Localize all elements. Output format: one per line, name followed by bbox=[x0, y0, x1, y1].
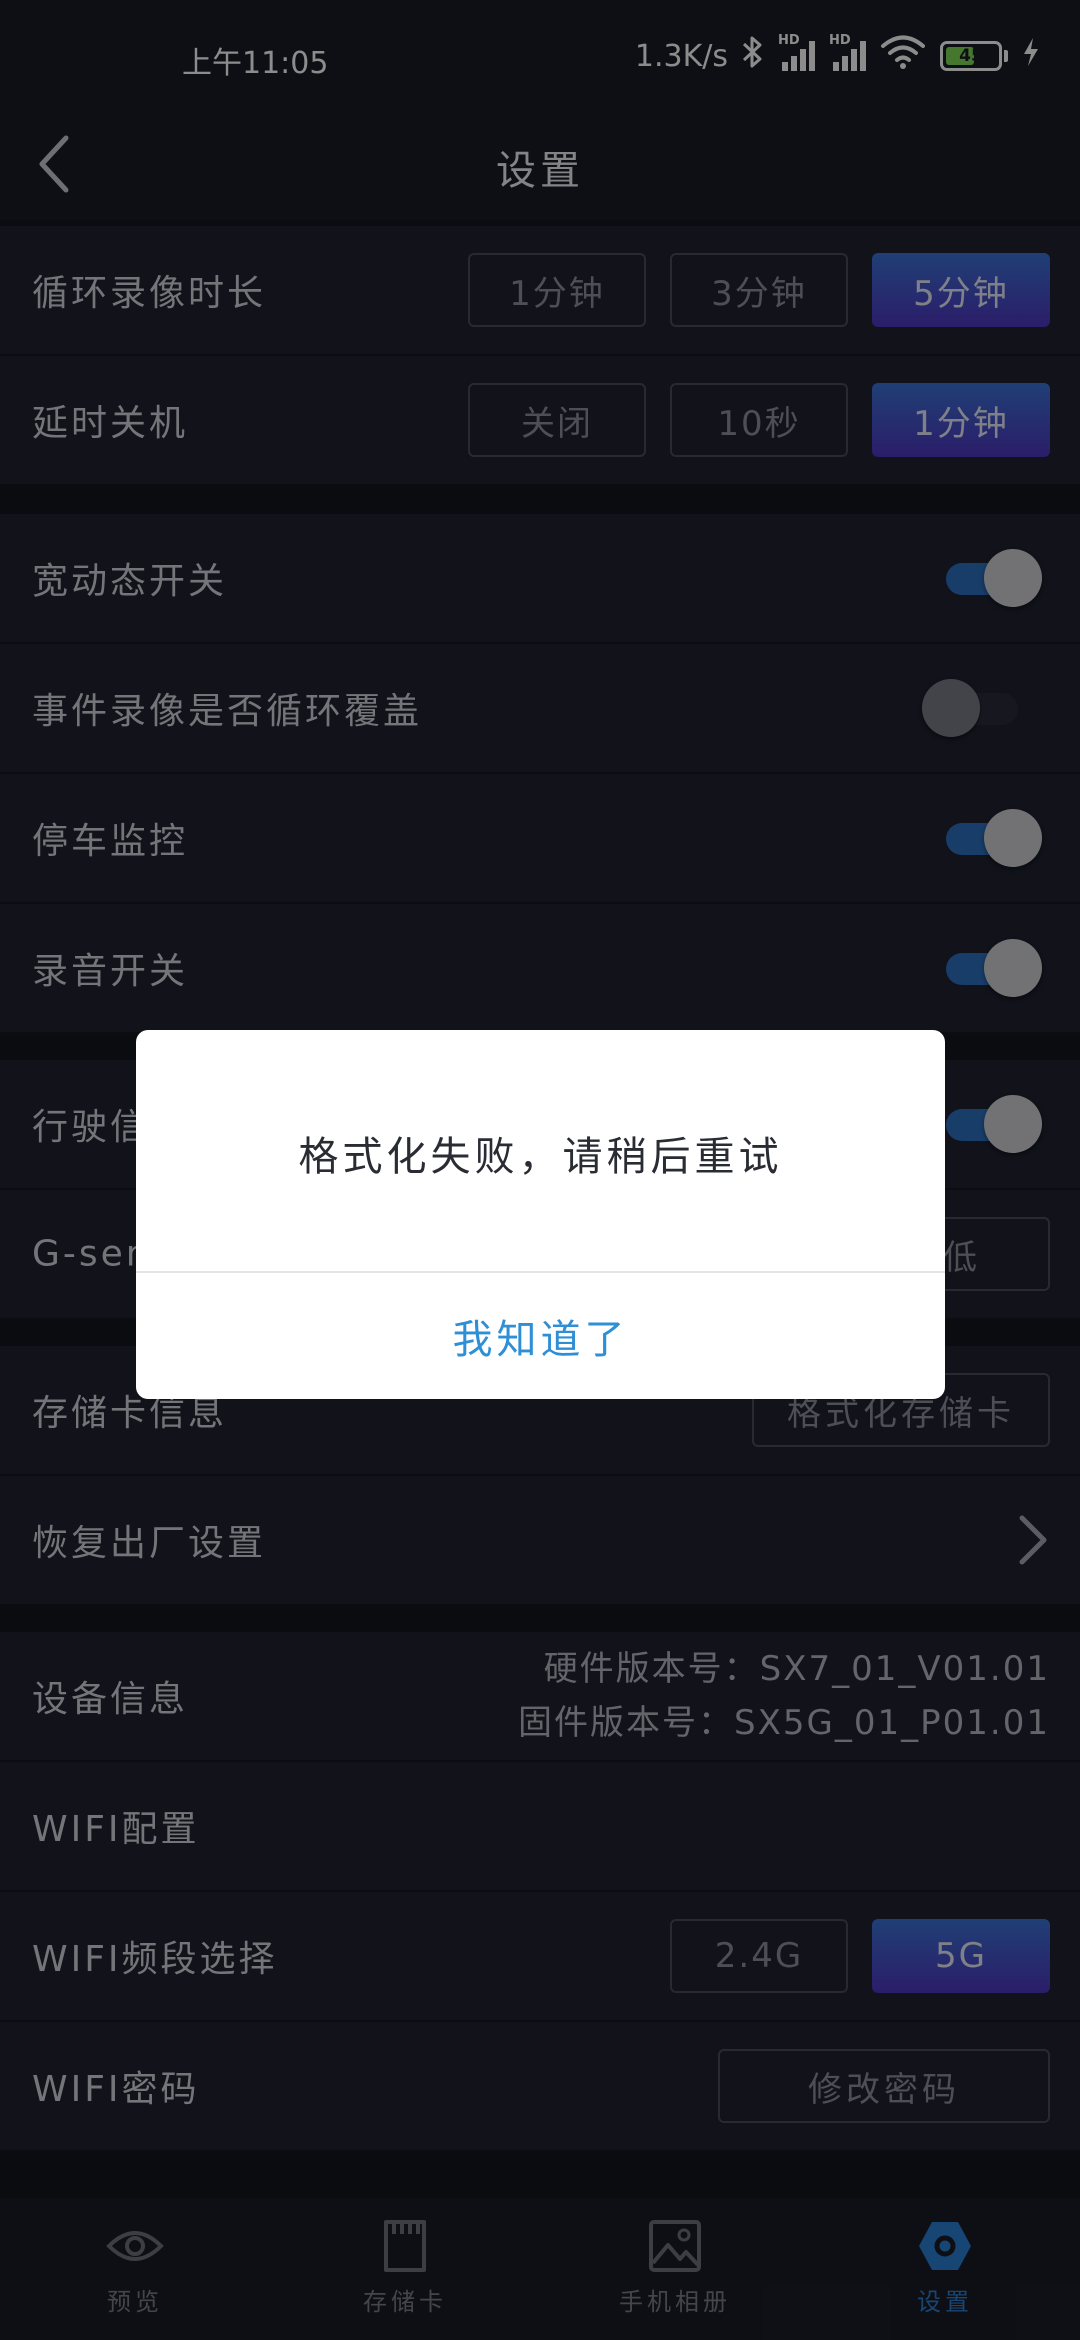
settings-screen: 上午11:05 1.3K/s HD HD 45 设置 循环录像时长 1分钟 3分… bbox=[0, 0, 1080, 2340]
dialog-confirm-button[interactable]: 我知道了 bbox=[136, 1273, 945, 1399]
alert-dialog: 格式化失败，请稍后重试 我知道了 bbox=[136, 1030, 945, 1399]
dialog-message: 格式化失败，请稍后重试 bbox=[298, 1134, 783, 1180]
